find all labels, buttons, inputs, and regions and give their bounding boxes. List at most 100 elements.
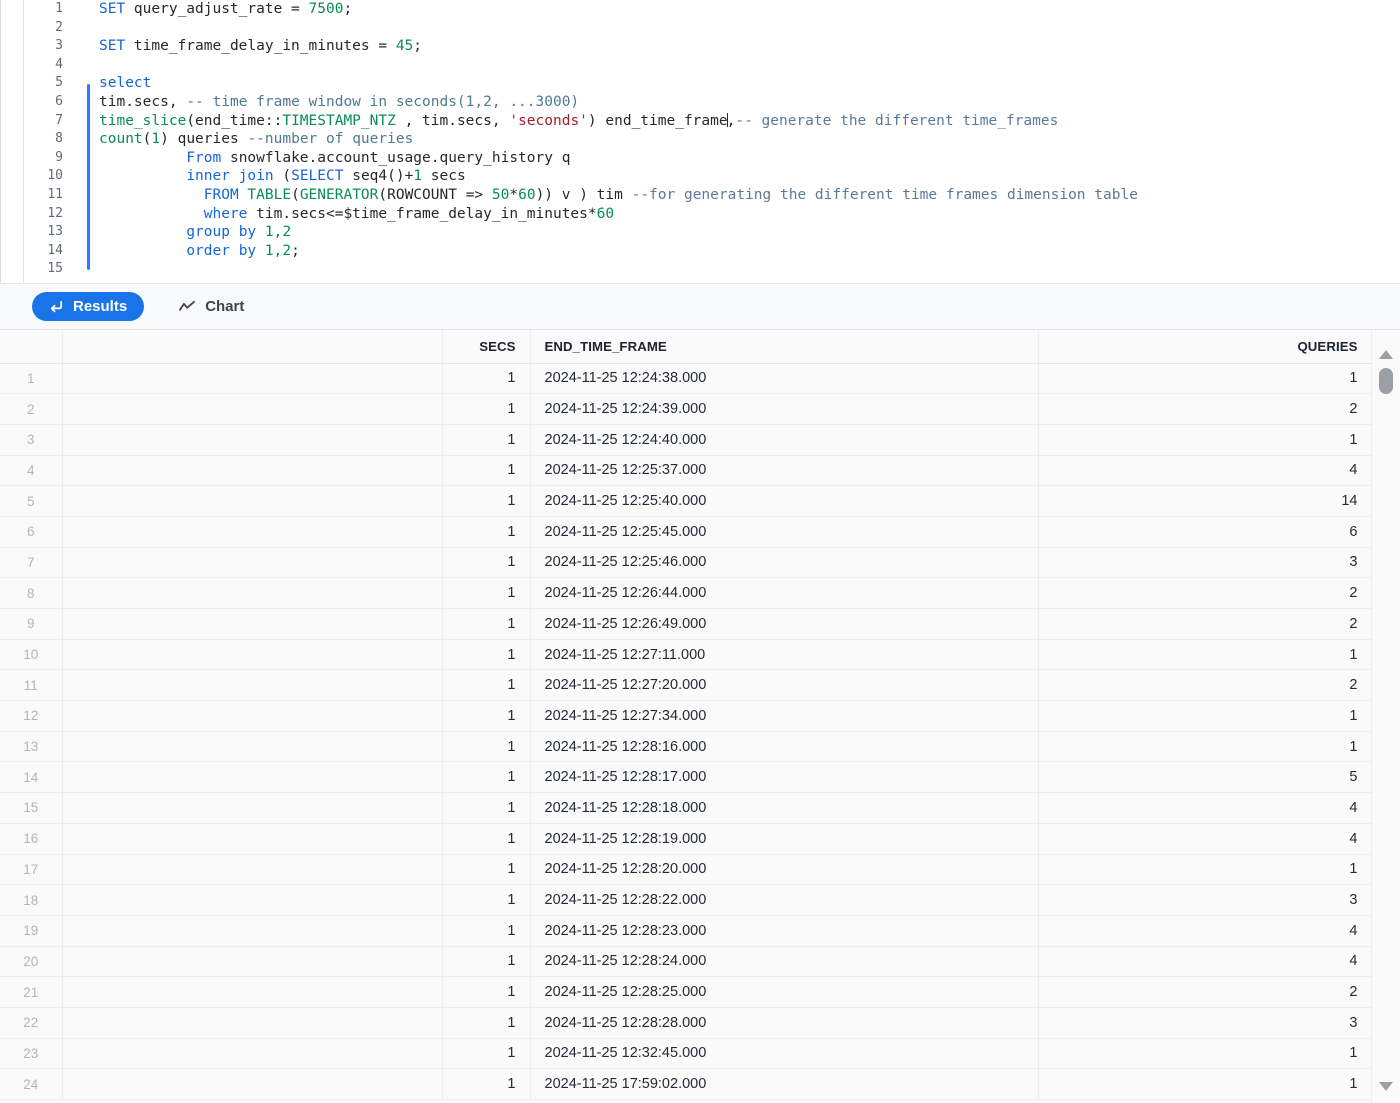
- sql-editor[interactable]: 1 SET query_adjust_rate = 7500; 2 3 SET time…: [0, 0, 1400, 283]
- end-time-frame-cell[interactable]: 2024-11-25 12:28:19.000: [530, 823, 1039, 855]
- queries-cell[interactable]: 6: [1038, 516, 1373, 548]
- table-row[interactable]: 4 1 2024-11-25 12:25:37.000 4: [0, 455, 1373, 487]
- end-time-frame-cell[interactable]: 2024-11-25 12:25:40.000: [530, 485, 1039, 517]
- queries-cell[interactable]: 4: [1038, 946, 1373, 978]
- end-time-frame-cell[interactable]: 2024-11-25 12:28:23.000: [530, 915, 1039, 947]
- end-time-frame-cell[interactable]: 2024-11-25 12:28:16.000: [530, 731, 1039, 763]
- end-time-frame-cell[interactable]: 2024-11-25 12:28:22.000: [530, 884, 1039, 916]
- table-row[interactable]: 11 1 2024-11-25 12:27:20.000 2: [0, 669, 1373, 702]
- queries-cell[interactable]: 2: [1038, 669, 1373, 702]
- table-row[interactable]: 13 1 2024-11-25 12:28:16.000 1: [0, 731, 1373, 763]
- blank-cell[interactable]: [62, 485, 443, 517]
- table-row[interactable]: 1 1 2024-11-25 12:24:38.000 1: [0, 363, 1373, 395]
- secs-cell[interactable]: 1: [442, 761, 531, 794]
- secs-cell[interactable]: 1: [442, 516, 531, 548]
- secs-cell[interactable]: 1: [442, 393, 531, 425]
- code-line[interactable]: 3 SET time_frame_delay_in_minutes = 45;: [1, 37, 1400, 56]
- queries-cell[interactable]: 1: [1038, 731, 1373, 763]
- blank-cell[interactable]: [62, 639, 443, 671]
- secs-cell[interactable]: 1: [442, 1038, 531, 1070]
- code-line[interactable]: 8 count(1) queries --number of queries: [1, 130, 1400, 149]
- secs-cell[interactable]: 1: [442, 547, 531, 579]
- secs-cell[interactable]: 1: [442, 1007, 531, 1039]
- end-time-frame-cell[interactable]: 2024-11-25 12:25:46.000: [530, 547, 1039, 579]
- blank-cell[interactable]: [62, 608, 443, 640]
- queries-cell[interactable]: 14: [1038, 485, 1373, 517]
- secs-cell[interactable]: 1: [442, 915, 531, 947]
- queries-cell[interactable]: 1: [1038, 700, 1373, 732]
- scroll-down-arrow-icon[interactable]: [1379, 1082, 1393, 1091]
- blank-cell[interactable]: [62, 700, 443, 732]
- queries-cell[interactable]: 1: [1038, 363, 1373, 395]
- results-vertical-scrollbar[interactable]: [1371, 330, 1400, 1103]
- queries-cell[interactable]: 2: [1038, 608, 1373, 640]
- end-time-frame-cell[interactable]: 2024-11-25 12:24:38.000: [530, 363, 1039, 395]
- blank-cell[interactable]: [62, 547, 443, 579]
- blank-cell[interactable]: [62, 1038, 443, 1070]
- secs-cell[interactable]: 1: [442, 577, 531, 609]
- table-row[interactable]: 16 1 2024-11-25 12:28:19.000 4: [0, 823, 1373, 855]
- tab-results[interactable]: Results: [32, 292, 145, 321]
- queries-cell[interactable]: 1: [1038, 424, 1373, 456]
- queries-cell[interactable]: 4: [1038, 823, 1373, 855]
- column-header-blank[interactable]: [62, 330, 443, 364]
- table-row[interactable]: 10 1 2024-11-25 12:27:11.000 1: [0, 639, 1373, 671]
- blank-cell[interactable]: [62, 884, 443, 916]
- queries-cell[interactable]: 1: [1038, 1038, 1373, 1070]
- column-header-secs[interactable]: SECS: [442, 330, 531, 364]
- table-row[interactable]: 5 1 2024-11-25 12:25:40.000 14: [0, 485, 1373, 517]
- table-row[interactable]: 2 1 2024-11-25 12:24:39.000 2: [0, 393, 1373, 425]
- blank-cell[interactable]: [62, 761, 443, 794]
- queries-cell[interactable]: 1: [1038, 854, 1373, 886]
- results-grid-container[interactable]: SECS END_TIME_FRAME QUERIES 1 1 2024-11-25…: [0, 330, 1400, 1103]
- table-row[interactable]: 3 1 2024-11-25 12:24:40.000 1: [0, 424, 1373, 456]
- blank-cell[interactable]: [62, 731, 443, 763]
- queries-cell[interactable]: 5: [1038, 761, 1373, 794]
- secs-cell[interactable]: 1: [442, 976, 531, 1008]
- table-row[interactable]: 9 1 2024-11-25 12:26:49.000 2: [0, 608, 1373, 640]
- table-row[interactable]: 7 1 2024-11-25 12:25:46.000 3: [0, 547, 1373, 579]
- code-line[interactable]: 4: [1, 56, 1400, 75]
- end-time-frame-cell[interactable]: 2024-11-25 12:28:18.000: [530, 792, 1039, 824]
- secs-cell[interactable]: 1: [442, 823, 531, 855]
- blank-cell[interactable]: [62, 854, 443, 886]
- blank-cell[interactable]: [62, 946, 443, 978]
- table-row[interactable]: 12 1 2024-11-25 12:27:34.000 1: [0, 700, 1373, 732]
- end-time-frame-cell[interactable]: 2024-11-25 12:24:40.000: [530, 424, 1039, 456]
- table-row[interactable]: 24 1 2024-11-25 17:59:02.000 1: [0, 1068, 1373, 1100]
- blank-cell[interactable]: [62, 577, 443, 609]
- blank-cell[interactable]: [62, 516, 443, 548]
- queries-cell[interactable]: 3: [1038, 1007, 1373, 1039]
- secs-cell[interactable]: 1: [442, 946, 531, 978]
- secs-cell[interactable]: 1: [442, 485, 531, 517]
- secs-cell[interactable]: 1: [442, 884, 531, 916]
- blank-cell[interactable]: [62, 424, 443, 456]
- code-line[interactable]: 6 tim.secs, -- time frame window in secon…: [1, 93, 1400, 112]
- end-time-frame-cell[interactable]: 2024-11-25 12:26:44.000: [530, 577, 1039, 609]
- end-time-frame-cell[interactable]: 2024-11-25 12:25:37.000: [530, 455, 1039, 487]
- end-time-frame-cell[interactable]: 2024-11-25 12:28:25.000: [530, 976, 1039, 1008]
- secs-cell[interactable]: 1: [442, 363, 531, 395]
- code-area[interactable]: 1 SET query_adjust_rate = 7500; 2 3 SET time…: [1, 0, 1400, 283]
- queries-cell[interactable]: 4: [1038, 915, 1373, 947]
- end-time-frame-cell[interactable]: 2024-11-25 12:25:45.000: [530, 516, 1039, 548]
- code-line[interactable]: 12 where tim.secs<=$time_frame_delay_in_…: [1, 205, 1400, 224]
- secs-cell[interactable]: 1: [442, 731, 531, 763]
- queries-cell[interactable]: 4: [1038, 455, 1373, 487]
- end-time-frame-cell[interactable]: 2024-11-25 12:28:28.000: [530, 1007, 1039, 1039]
- queries-cell[interactable]: 1: [1038, 1068, 1373, 1100]
- end-time-frame-cell[interactable]: 2024-11-25 17:59:02.000: [530, 1068, 1039, 1100]
- blank-cell[interactable]: [62, 393, 443, 425]
- blank-cell[interactable]: [62, 455, 443, 487]
- end-time-frame-cell[interactable]: 2024-11-25 12:28:24.000: [530, 946, 1039, 978]
- code-line[interactable]: 15: [1, 260, 1400, 279]
- queries-cell[interactable]: 3: [1038, 547, 1373, 579]
- scrollbar-thumb[interactable]: [1379, 368, 1393, 394]
- code-line[interactable]: 10 inner join (SELECT seq4()+1 secs: [1, 167, 1400, 186]
- table-row[interactable]: 17 1 2024-11-25 12:28:20.000 1: [0, 854, 1373, 886]
- queries-cell[interactable]: 1: [1038, 639, 1373, 671]
- blank-cell[interactable]: [62, 976, 443, 1008]
- secs-cell[interactable]: 1: [442, 608, 531, 640]
- blank-cell[interactable]: [62, 1007, 443, 1039]
- blank-cell[interactable]: [62, 792, 443, 824]
